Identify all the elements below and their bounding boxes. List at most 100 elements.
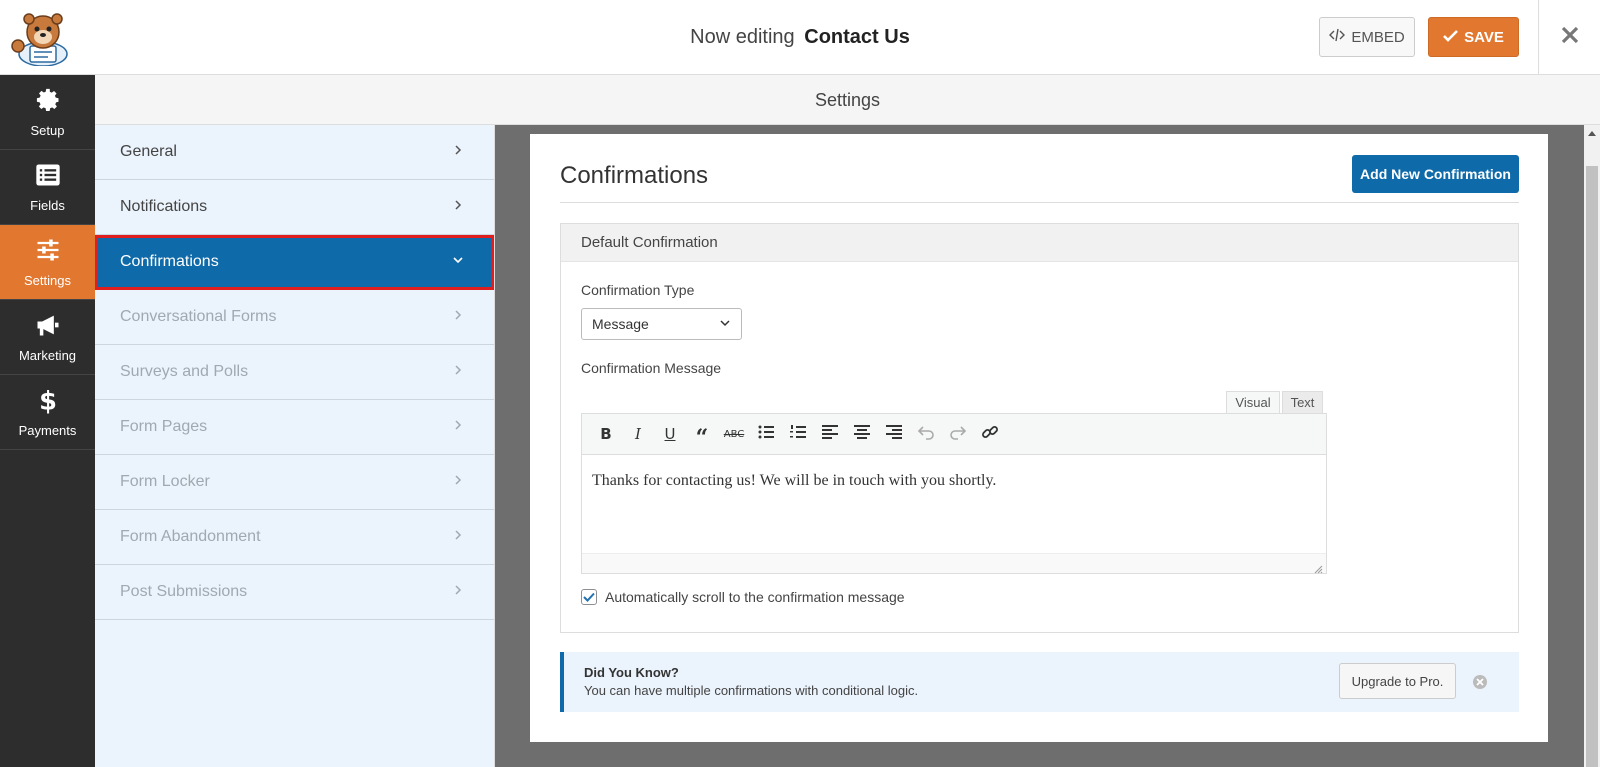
- nav-payments-label: Payments: [18, 423, 77, 438]
- nav-payments[interactable]: $ Payments: [0, 375, 95, 450]
- sidebar-item-label: Surveys and Polls: [120, 363, 249, 380]
- redo-button[interactable]: [942, 418, 974, 450]
- chevron-right-icon: [452, 583, 464, 601]
- embed-button[interactable]: EMBED: [1319, 17, 1415, 57]
- sidebar-item-label: Confirmations: [120, 253, 219, 270]
- italic-icon: I: [635, 425, 641, 443]
- nav-fields[interactable]: Fields: [0, 150, 95, 225]
- align-right-button[interactable]: [878, 418, 910, 450]
- blockquote-button[interactable]: “: [686, 418, 718, 450]
- close-button[interactable]: [1538, 0, 1600, 75]
- message-editor: B I U “ ABC Thanks for contacting us! We…: [581, 413, 1327, 574]
- gear-icon: [34, 86, 62, 117]
- underline-button[interactable]: U: [654, 418, 686, 450]
- bullet-list-icon: [757, 423, 775, 445]
- sidebar-item-label: General: [120, 143, 177, 160]
- editor-toolbar: B I U “ ABC: [582, 414, 1326, 455]
- tab-visual[interactable]: Visual: [1226, 391, 1280, 413]
- select-value: Message: [592, 316, 649, 332]
- sidebar-item-form-locker[interactable]: Form Locker: [95, 455, 494, 510]
- close-icon: [1560, 25, 1580, 50]
- title-prefix: Now editing: [690, 26, 795, 48]
- save-label: SAVE: [1464, 28, 1504, 46]
- notice-text: You can have multiple confirmations with…: [584, 683, 919, 698]
- upgrade-to-pro-button[interactable]: Upgrade to Pro.: [1339, 663, 1456, 699]
- align-left-button[interactable]: [814, 418, 846, 450]
- nav-setup-label: Setup: [30, 123, 65, 138]
- chevron-right-icon: [452, 143, 464, 161]
- resize-handle-icon[interactable]: [1314, 561, 1323, 574]
- chevron-down-icon: [719, 316, 731, 332]
- add-new-confirmation-button[interactable]: Add New Confirmation: [1352, 155, 1519, 193]
- form-name: Contact Us: [804, 26, 910, 48]
- embed-label: EMBED: [1351, 28, 1405, 46]
- bullet-list-button[interactable]: [750, 418, 782, 450]
- settings-sidebar: General Notifications Confirmations Conv…: [95, 125, 495, 767]
- link-icon: [981, 423, 999, 445]
- nav-settings[interactable]: Settings: [0, 225, 95, 300]
- sidebar-item-form-abandonment[interactable]: Form Abandonment: [95, 510, 494, 565]
- list-icon: [34, 161, 62, 192]
- did-you-know-notice: Did You Know? You can have multiple conf…: [560, 652, 1519, 712]
- divider: [560, 202, 1519, 203]
- nav-marketing[interactable]: Marketing: [0, 300, 95, 375]
- scrollbar-thumb[interactable]: [1586, 166, 1598, 767]
- chevron-down-icon: [452, 253, 464, 271]
- confirmation-type-label: Confirmation Type: [581, 282, 695, 298]
- sidebar-item-label: Post Submissions: [120, 583, 248, 600]
- scroll-up-arrow-icon[interactable]: [1584, 125, 1600, 141]
- sidebar-item-label: Form Abandonment: [120, 528, 261, 545]
- align-center-button[interactable]: [846, 418, 878, 450]
- auto-scroll-label: Automatically scroll to the confirmation…: [605, 589, 905, 605]
- message-textarea[interactable]: Thanks for contacting us! We will be in …: [582, 455, 1326, 553]
- nav-settings-label: Settings: [24, 273, 71, 288]
- sidebar-item-general[interactable]: General: [95, 125, 494, 180]
- confirmation-type-select[interactable]: Message: [581, 308, 742, 340]
- bold-icon: B: [600, 425, 612, 443]
- content-scrollbar[interactable]: [1584, 125, 1600, 767]
- editor-status-bar: [582, 553, 1326, 574]
- sidebar-item-form-pages[interactable]: Form Pages: [95, 400, 494, 455]
- save-button[interactable]: SAVE: [1428, 17, 1519, 57]
- tab-text[interactable]: Text: [1282, 391, 1323, 413]
- confirmation-box-title[interactable]: Default Confirmation: [561, 224, 1518, 262]
- sidebar-item-surveys-polls[interactable]: Surveys and Polls: [95, 345, 494, 400]
- code-icon: [1329, 28, 1346, 46]
- strikethrough-button[interactable]: ABC: [718, 418, 750, 450]
- sidebar-item-label: Form Pages: [120, 418, 208, 435]
- sliders-icon: [34, 236, 62, 267]
- dismiss-icon[interactable]: [1472, 674, 1488, 690]
- chevron-right-icon: [452, 308, 464, 326]
- sidebar-item-confirmations[interactable]: Confirmations: [95, 235, 494, 290]
- italic-button[interactable]: I: [622, 418, 654, 450]
- auto-scroll-checkbox[interactable]: [581, 589, 597, 605]
- chevron-right-icon: [452, 198, 464, 216]
- undo-icon: [917, 423, 935, 445]
- align-center-icon: [853, 423, 871, 445]
- settings-header: Settings: [95, 75, 1600, 125]
- numbered-list-icon: [789, 423, 807, 445]
- svg-text:$: $: [39, 386, 57, 414]
- chevron-right-icon: [452, 363, 464, 381]
- align-left-icon: [821, 423, 839, 445]
- nav-setup[interactable]: Setup: [0, 75, 95, 150]
- nav-marketing-label: Marketing: [18, 348, 77, 363]
- insert-link-button[interactable]: [974, 418, 1006, 450]
- bold-button[interactable]: B: [590, 418, 622, 450]
- confirmations-title: Confirmations: [560, 162, 709, 189]
- dollar-icon: $: [34, 386, 62, 417]
- confirmations-panel: Confirmations Add New Confirmation Defau…: [530, 134, 1548, 742]
- sidebar-item-label: Conversational Forms: [120, 308, 277, 325]
- sidebar-item-conversational-forms[interactable]: Conversational Forms: [95, 290, 494, 345]
- chevron-right-icon: [452, 473, 464, 491]
- checkmark-icon: [1443, 29, 1459, 46]
- nav-fields-label: Fields: [30, 198, 65, 213]
- auto-scroll-option[interactable]: Automatically scroll to the confirmation…: [581, 589, 905, 605]
- sidebar-item-notifications[interactable]: Notifications: [95, 180, 494, 235]
- sidebar-item-post-submissions[interactable]: Post Submissions: [95, 565, 494, 620]
- undo-button[interactable]: [910, 418, 942, 450]
- default-confirmation-box: Default Confirmation Confirmation Type M…: [560, 223, 1519, 633]
- numbered-list-button[interactable]: [782, 418, 814, 450]
- confirmation-message-label: Confirmation Message: [581, 360, 722, 376]
- redo-icon: [949, 423, 967, 445]
